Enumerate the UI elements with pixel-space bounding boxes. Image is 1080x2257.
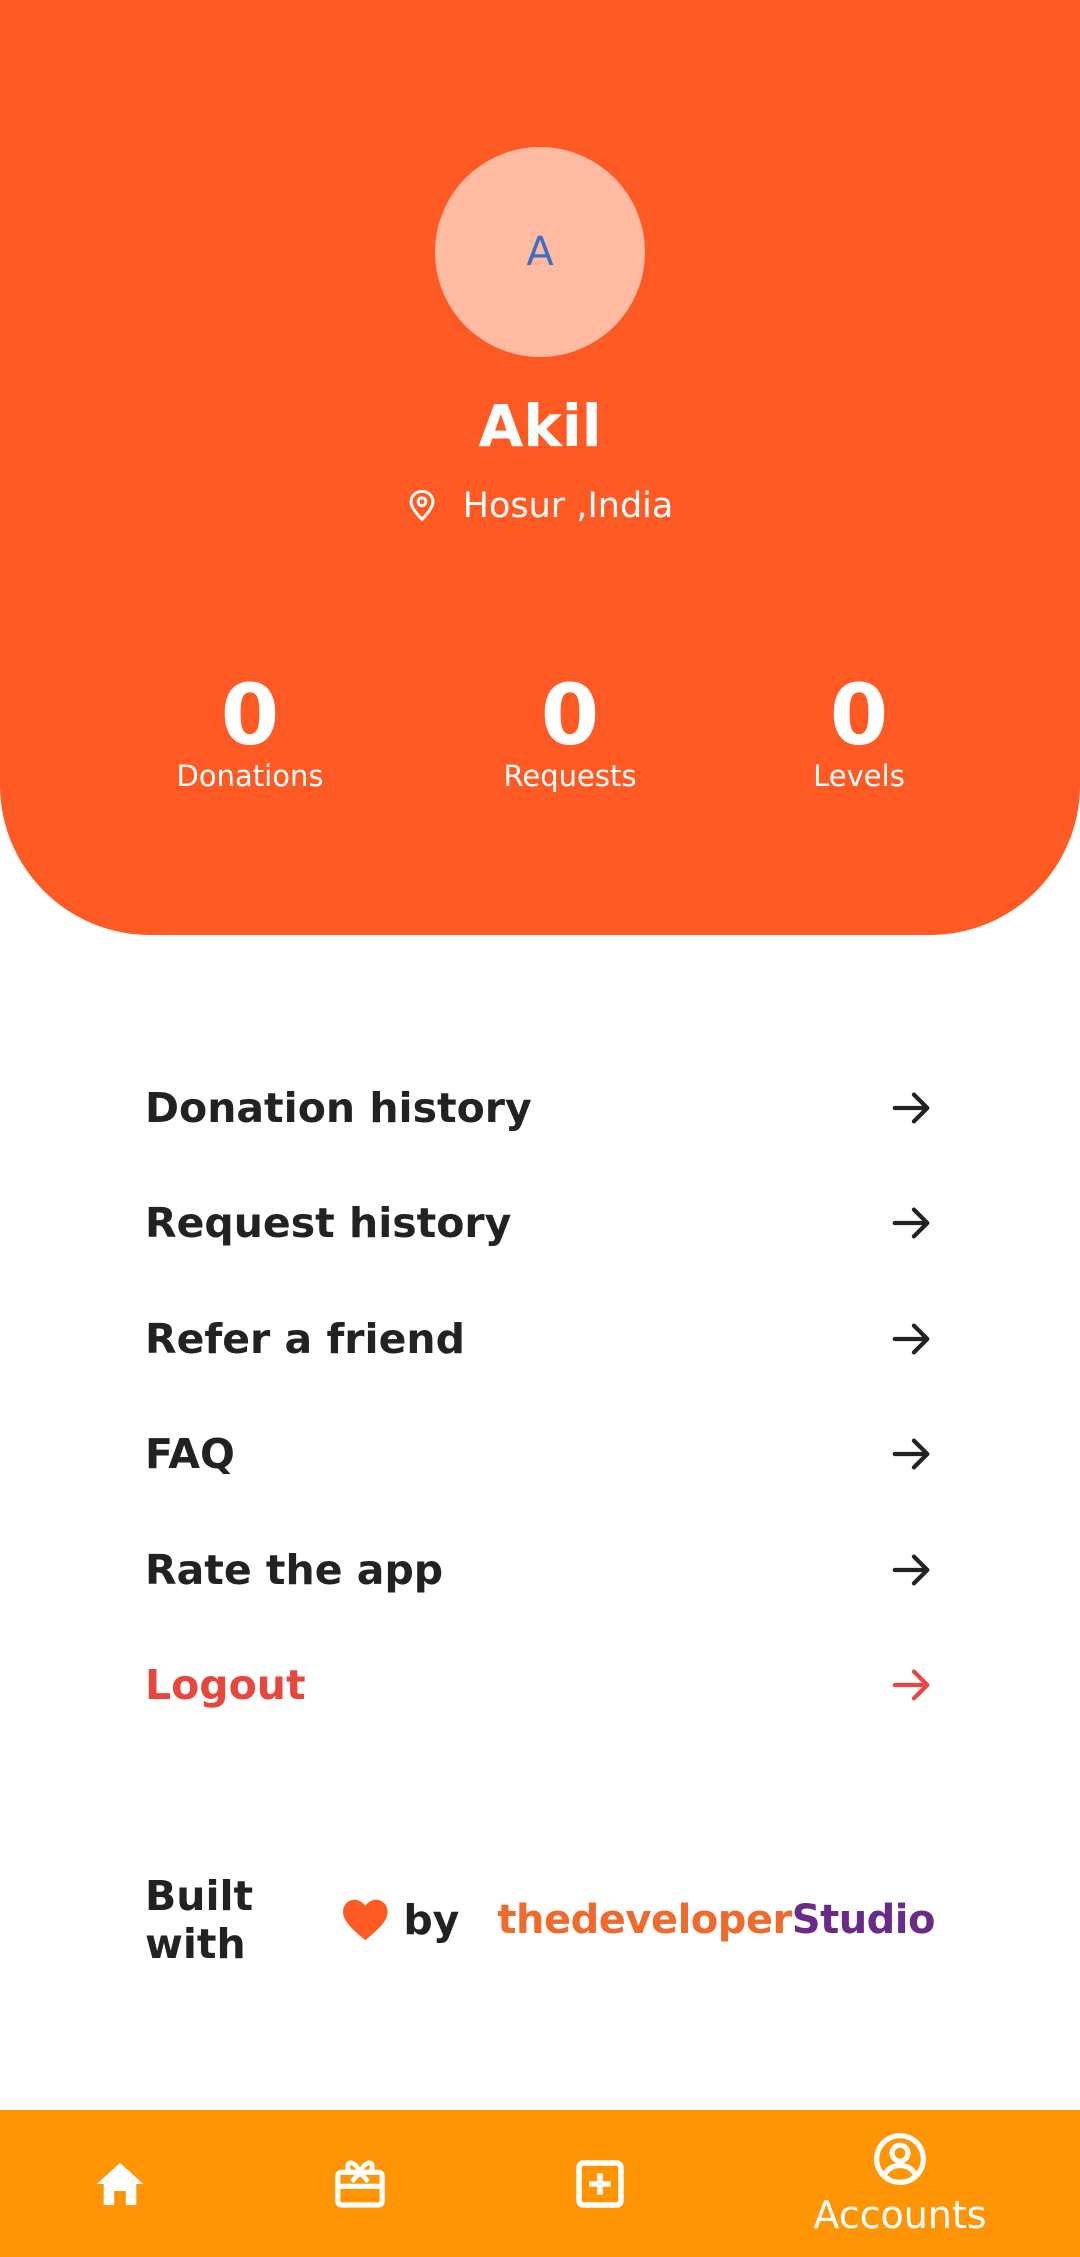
arrow-right-icon	[892, 1323, 930, 1355]
user-name: Akil	[478, 392, 602, 460]
arrow-right-icon	[892, 1669, 930, 1701]
stat-donations-label: Donations	[176, 759, 324, 793]
menu-item-donation-history[interactable]: Donation history	[145, 1050, 935, 1166]
menu-item-label: Request history	[145, 1199, 512, 1248]
account-menu: Donation history Request history Refer a…	[145, 1050, 935, 1743]
stat-donations-value: 0	[220, 666, 280, 764]
stat-levels-label: Levels	[813, 759, 905, 793]
by-text: by	[403, 1896, 460, 1944]
nav-add[interactable]	[500, 2110, 700, 2257]
nav-gifts[interactable]	[260, 2110, 460, 2257]
avatar-initial: A	[526, 229, 554, 275]
stat-levels: 0 Levels	[709, 665, 1009, 793]
location-text: Hosur ,India	[462, 486, 674, 526]
arrow-right-icon	[892, 1438, 930, 1470]
menu-item-label: Logout	[145, 1661, 306, 1710]
nav-accounts-label: Accounts	[813, 2192, 987, 2237]
location-pin-icon	[409, 489, 435, 522]
nav-accounts[interactable]: Accounts	[800, 2110, 1000, 2257]
stat-requests: 0 Requests	[420, 665, 720, 793]
arrow-right-icon	[892, 1092, 930, 1124]
menu-item-request-history[interactable]: Request history	[145, 1166, 935, 1282]
gift-card-icon	[335, 2160, 385, 2208]
menu-item-label: Rate the app	[145, 1545, 444, 1594]
menu-item-logout[interactable]: Logout	[145, 1628, 935, 1744]
account-circle-icon	[874, 2132, 926, 2185]
home-icon	[96, 2162, 144, 2205]
location-row: Hosur ,India	[0, 486, 1080, 526]
stat-requests-label: Requests	[503, 759, 637, 793]
menu-item-refer-a-friend[interactable]: Refer a friend	[145, 1281, 935, 1397]
built-with-text: Built with	[145, 1872, 254, 1968]
brand-part2: Studio	[791, 1897, 936, 1943]
nav-home[interactable]	[20, 2110, 220, 2257]
developer-brand-logo[interactable]: thedeveloperStudio	[497, 1897, 935, 1943]
brand-part1: thedeveloper	[497, 1897, 792, 1943]
menu-item-rate-the-app[interactable]: Rate the app	[145, 1512, 935, 1628]
profile-header: A Akil Hosur ,India 0 Donations 0 Reques…	[0, 0, 1080, 935]
avatar[interactable]: A	[435, 147, 645, 357]
menu-item-faq[interactable]: FAQ	[145, 1397, 935, 1513]
arrow-right-icon	[892, 1207, 930, 1239]
stat-donations: 0 Donations	[100, 665, 400, 793]
bottom-navigation: Accounts	[0, 2110, 1080, 2257]
heart-icon	[342, 1899, 388, 1941]
built-with-footer: Built with by thedeveloperStudio	[145, 1872, 936, 1968]
menu-item-label: FAQ	[145, 1430, 235, 1479]
menu-item-label: Refer a friend	[145, 1314, 465, 1363]
menu-item-label: Donation history	[145, 1083, 532, 1132]
arrow-right-icon	[892, 1554, 930, 1586]
add-box-icon	[576, 2159, 624, 2208]
stat-requests-value: 0	[540, 666, 600, 764]
stat-levels-value: 0	[829, 666, 889, 764]
